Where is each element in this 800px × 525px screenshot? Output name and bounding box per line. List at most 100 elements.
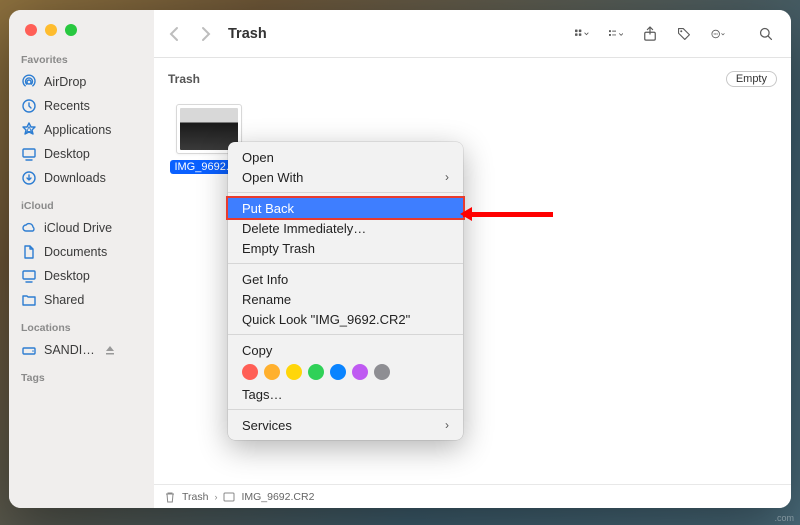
path-bar: Trash › IMG_9692.CR2 — [154, 484, 791, 508]
menu-item-label: Rename — [242, 292, 291, 307]
drive-icon — [21, 342, 37, 358]
desktop-icon — [21, 146, 37, 162]
eject-icon[interactable] — [104, 344, 116, 356]
sidebar-item-label: Downloads — [44, 171, 106, 185]
sidebar-section-label: Tags — [9, 362, 154, 388]
sidebar-item-label: iCloud Drive — [44, 221, 112, 235]
menu-item-label: Quick Look "IMG_9692.CR2" — [242, 312, 410, 327]
sidebar-item-label: Applications — [44, 123, 111, 137]
sidebar-section-label: Locations — [9, 312, 154, 338]
sidebar: Favorites AirDrop Recents A Applications Desk… — [9, 10, 154, 508]
tag-color-dot[interactable] — [286, 364, 302, 380]
sidebar-item-airdrop[interactable]: AirDrop — [9, 70, 154, 94]
path-trash[interactable]: Trash — [182, 491, 208, 503]
sidebar-item-label: AirDrop — [44, 75, 86, 89]
menu-item-copy[interactable]: Copy — [228, 340, 463, 360]
menu-item-label: Tags… — [242, 387, 282, 402]
context-menu: Open Open With › Put Back Delete Immediately… — [228, 142, 463, 440]
folder-icon — [21, 292, 37, 308]
sidebar-item-label: Documents — [44, 245, 107, 259]
menu-item-label: Get Info — [242, 272, 288, 287]
tag-color-dot[interactable] — [242, 364, 258, 380]
view-icon-grid[interactable] — [571, 26, 593, 42]
menu-item-label: Empty Trash — [242, 241, 315, 256]
back-button[interactable] — [168, 26, 180, 42]
menu-item-empty-trash[interactable]: Empty Trash — [228, 238, 463, 258]
close-button[interactable] — [25, 24, 37, 36]
sidebar-item-label: Desktop — [44, 269, 90, 283]
menu-item-delete-immediately-[interactable]: Delete Immediately… — [228, 218, 463, 238]
sidebar-item-label: Recents — [44, 99, 90, 113]
airdrop-icon — [21, 74, 37, 90]
sidebar-item-applications[interactable]: A Applications — [9, 118, 154, 142]
sidebar-item-iclouddrive[interactable]: iCloud Drive — [9, 216, 154, 240]
menu-item-label: Copy — [242, 343, 272, 358]
menu-separator — [228, 334, 463, 335]
group-icon[interactable] — [605, 26, 627, 42]
menu-item-tags-[interactable]: Tags… — [228, 384, 463, 404]
path-file[interactable]: IMG_9692.CR2 — [241, 491, 314, 503]
chevron-right-icon: › — [445, 170, 449, 184]
sidebar-section-label: iCloud — [9, 190, 154, 216]
menu-item-put-back[interactable]: Put Back — [228, 198, 463, 218]
empty-trash-button[interactable]: Empty — [726, 71, 777, 87]
sidebar-item-desktop[interactable]: Desktop — [9, 142, 154, 166]
toolbar: Trash — [154, 10, 791, 58]
zoom-button[interactable] — [65, 24, 77, 36]
chevron-right-icon: › — [445, 418, 449, 432]
menu-item-label: Put Back — [242, 201, 294, 216]
window-title: Trash — [228, 26, 267, 42]
sidebar-item-recents[interactable]: Recents — [9, 94, 154, 118]
watermark: .com — [774, 513, 794, 523]
location-title: Trash — [168, 72, 200, 86]
minimize-button[interactable] — [45, 24, 57, 36]
trash-icon — [164, 491, 176, 503]
tag-icon[interactable] — [673, 25, 695, 43]
menu-item-open-with[interactable]: Open With › — [228, 167, 463, 187]
menu-item-open[interactable]: Open — [228, 147, 463, 167]
svg-text:A: A — [25, 125, 33, 137]
tag-color-dot[interactable] — [352, 364, 368, 380]
subheader: Trash Empty — [154, 58, 791, 92]
tag-colors-row — [228, 360, 463, 384]
chevron-right-icon: › — [214, 492, 217, 502]
search-icon[interactable] — [755, 25, 777, 43]
sidebar-item-documents[interactable]: Documents — [9, 240, 154, 264]
sidebar-item-shared[interactable]: Shared — [9, 288, 154, 312]
menu-separator — [228, 192, 463, 193]
forward-button[interactable] — [200, 26, 212, 42]
cloud-icon — [21, 220, 37, 236]
clock-icon — [21, 98, 37, 114]
sidebar-section-label: Favorites — [9, 44, 154, 70]
sidebar-item-desktop[interactable]: Desktop — [9, 264, 154, 288]
menu-item-get-info[interactable]: Get Info — [228, 269, 463, 289]
menu-separator — [228, 409, 463, 410]
menu-item-label: Open With — [242, 170, 303, 185]
annotation-arrow — [463, 212, 553, 217]
image-icon — [223, 491, 235, 503]
sidebar-item-sandi[interactable]: SANDI… — [9, 338, 154, 362]
tag-color-dot[interactable] — [374, 364, 390, 380]
downloads-icon — [21, 170, 37, 186]
menu-item-quick-look--img------cr--[interactable]: Quick Look "IMG_9692.CR2" — [228, 309, 463, 329]
tag-color-dot[interactable] — [308, 364, 324, 380]
menu-item-rename[interactable]: Rename — [228, 289, 463, 309]
doc-icon — [21, 244, 37, 260]
sidebar-item-downloads[interactable]: Downloads — [9, 166, 154, 190]
sidebar-item-label: SANDI… — [44, 343, 95, 357]
nav-buttons — [168, 26, 212, 42]
menu-item-label: Services — [242, 418, 292, 433]
desktop-icon — [21, 268, 37, 284]
sidebar-item-label: Desktop — [44, 147, 90, 161]
tag-color-dot[interactable] — [264, 364, 280, 380]
tag-color-dot[interactable] — [330, 364, 346, 380]
menu-item-label: Delete Immediately… — [242, 221, 366, 236]
sidebar-item-label: Shared — [44, 293, 84, 307]
apps-icon: A — [21, 122, 37, 138]
share-icon[interactable] — [639, 25, 661, 43]
menu-item-label: Open — [242, 150, 274, 165]
menu-separator — [228, 263, 463, 264]
window-controls — [9, 10, 154, 44]
menu-item-services[interactable]: Services › — [228, 415, 463, 435]
more-icon[interactable] — [707, 26, 729, 42]
